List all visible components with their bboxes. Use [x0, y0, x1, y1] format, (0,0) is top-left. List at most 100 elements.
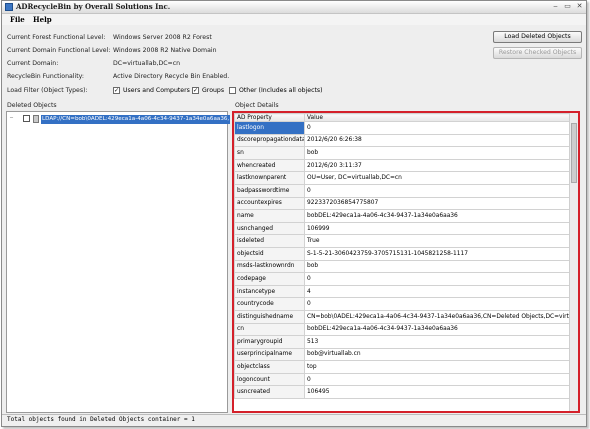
value-cell: bob [304, 146, 571, 160]
property-cell: name [234, 209, 305, 223]
value-cell: 0 [304, 272, 571, 286]
value-cell: 0 [304, 372, 571, 387]
value-cell: 0 [304, 183, 571, 198]
table-row[interactable]: userprincipalname bob@virtuallab.cn [234, 347, 571, 362]
status-bar: Total objects found in Deleted Objects c… [2, 414, 586, 426]
table-row[interactable]: msds-lastknownrdn bob [234, 259, 571, 274]
domain-level-label: Current Domain Functional Level: [7, 47, 111, 54]
table-row[interactable]: countrycode 0 [234, 297, 571, 311]
table-row[interactable]: logoncount 0 [234, 372, 571, 387]
table-row[interactable]: primarygroupid 513 [234, 335, 571, 349]
minimize-icon[interactable]: ‒ [550, 2, 561, 11]
app-window: ADRecycleBin by Overall Solutions Inc. ‒… [1, 0, 587, 427]
grid-header: AD Property Value [234, 113, 571, 122]
object-details-grid: AD Property Value lastlogon 0 dscorepropag… [232, 111, 580, 413]
recyclebin-value: Active Directory Recycle Bin Enabled. [113, 73, 230, 80]
property-cell: whencreated [234, 158, 305, 173]
value-cell: 106999 [304, 221, 571, 236]
property-cell: distinguishedname [234, 309, 305, 324]
property-cell: lastknownparent [234, 171, 305, 185]
table-row[interactable]: sn bob [234, 146, 571, 160]
property-cell: userprincipalname [234, 347, 305, 362]
vertical-scrollbar[interactable] [569, 113, 578, 411]
restore-checked-objects-button[interactable]: Restore Checked Objects [493, 47, 582, 59]
table-row[interactable]: lastknownparent OU=User, DC=virtuallab,DC… [234, 171, 571, 185]
table-row[interactable]: dscorepropagationdata 2012/6/20 6:26:38 [234, 133, 571, 148]
property-cell: lastlogon [234, 121, 305, 135]
property-cell: dscorepropagationdata [234, 133, 305, 148]
deleted-objects-tree: ─ LDAP://CN=bob\0ADEL:429eca1a-4a06-4c34… [6, 111, 231, 413]
node-checkbox[interactable] [23, 115, 30, 122]
table-row[interactable]: lastlogon 0 [234, 121, 571, 135]
menu-bar: File Help [2, 14, 586, 25]
column-header-property[interactable]: AD Property [234, 113, 305, 122]
value-cell: bobDEL:429eca1a-4a06-4c34-9437-1a34e0a6a… [304, 322, 571, 337]
property-cell: instancetype [234, 284, 305, 299]
value-cell: 0 [304, 297, 571, 311]
value-cell: bob@virtuallab.cn [304, 347, 571, 362]
scrollbar-thumb[interactable] [571, 123, 577, 183]
groups-label: Groups [202, 87, 225, 94]
property-cell: msds-lastknownrdn [234, 259, 305, 274]
load-filter-label: Load Filter (Object Types): [7, 87, 88, 94]
property-cell: accountexpires [234, 196, 305, 211]
table-row[interactable]: badpasswordtime 0 [234, 183, 571, 198]
property-cell: objectclass [234, 360, 305, 374]
object-details-title: Object Details [235, 102, 279, 109]
column-header-value[interactable]: Value [304, 113, 571, 122]
property-cell: isdeleted [234, 234, 305, 248]
table-row[interactable]: isdeleted True [234, 234, 571, 248]
table-row[interactable]: name bobDEL:429eca1a-4a06-4c34-9437-1a34e… [234, 209, 571, 223]
value-cell: OU=User, DC=virtuallab,DC=cn [304, 171, 571, 185]
value-cell: 2012/6/20 3:11:37 [304, 158, 571, 173]
other-checkbox[interactable] [229, 87, 236, 94]
table-row[interactable]: cn bobDEL:429eca1a-4a06-4c34-9437-1a34e0a… [234, 322, 571, 337]
value-cell: 513 [304, 335, 571, 349]
value-cell: bob [304, 259, 571, 274]
collapse-icon[interactable]: ─ [10, 116, 15, 121]
other-label: Other (Includes all objects) [239, 87, 323, 94]
table-row[interactable]: accountexpires 9223372036854775807 [234, 196, 571, 211]
value-cell: 106495 [304, 385, 571, 400]
table-row[interactable]: codepage 0 [234, 272, 571, 286]
menu-help[interactable]: Help [33, 15, 52, 24]
table-row[interactable]: usnchanged 106999 [234, 221, 571, 236]
value-cell: CN=bob\0ADEL:429eca1a-4a06-4c34-9437-1a3… [304, 309, 571, 324]
property-cell: badpasswordtime [234, 183, 305, 198]
load-deleted-objects-button[interactable]: Load Deleted Objects [493, 31, 582, 43]
table-row[interactable]: instancetype 4 [234, 284, 571, 299]
status-text: Total objects found in Deleted Objects c… [7, 416, 195, 423]
groups-checkbox[interactable]: ✓ [192, 87, 199, 94]
value-cell: 4 [304, 284, 571, 299]
close-icon[interactable]: ✕ [574, 2, 585, 11]
table-row[interactable]: whencreated 2012/6/20 3:11:37 [234, 158, 571, 173]
current-domain-value: DC=virtuallab,DC=cn [113, 60, 181, 67]
maximize-icon[interactable]: ▭ [562, 2, 573, 11]
user-object-icon [33, 115, 39, 123]
title-bar: ADRecycleBin by Overall Solutions Inc. ‒… [2, 1, 586, 14]
property-cell: countrycode [234, 297, 305, 311]
value-cell: bobDEL:429eca1a-4a06-4c34-9437-1a34e0a6a… [304, 209, 571, 223]
menu-file[interactable]: File [10, 15, 25, 24]
current-domain-label: Current Domain: [7, 60, 59, 67]
app-icon [5, 3, 13, 11]
forest-level-value: Windows Server 2008 R2 Forest [113, 34, 212, 41]
deleted-objects-title: Deleted Objects [7, 102, 57, 109]
property-cell: sn [234, 146, 305, 160]
tree-node-label[interactable]: LDAP://CN=bob\0ADEL:429eca1a-4a06-4c34-9… [41, 115, 231, 124]
property-cell: cn [234, 322, 305, 337]
value-cell: top [304, 360, 571, 374]
table-row[interactable]: objectsid S-1-5-21-3060423759-3705715131-… [234, 246, 571, 261]
window-title: ADRecycleBin by Overall Solutions Inc. [16, 2, 171, 11]
value-cell: S-1-5-21-3060423759-3705715131-104582125… [304, 246, 571, 261]
property-cell: usncreated [234, 385, 305, 400]
domain-level-value: Windows 2008 R2 Native Domain [113, 47, 217, 54]
table-row[interactable]: objectclass top [234, 360, 571, 374]
value-cell: 2012/6/20 6:26:38 [304, 133, 571, 148]
value-cell: True [304, 234, 571, 248]
property-cell: logoncount [234, 372, 305, 387]
property-cell: primarygroupid [234, 335, 305, 349]
users-computers-checkbox[interactable]: ✓ [113, 87, 120, 94]
table-row[interactable]: usncreated 106495 [234, 385, 571, 400]
table-row[interactable]: distinguishedname CN=bob\0ADEL:429eca1a-4… [234, 309, 571, 324]
